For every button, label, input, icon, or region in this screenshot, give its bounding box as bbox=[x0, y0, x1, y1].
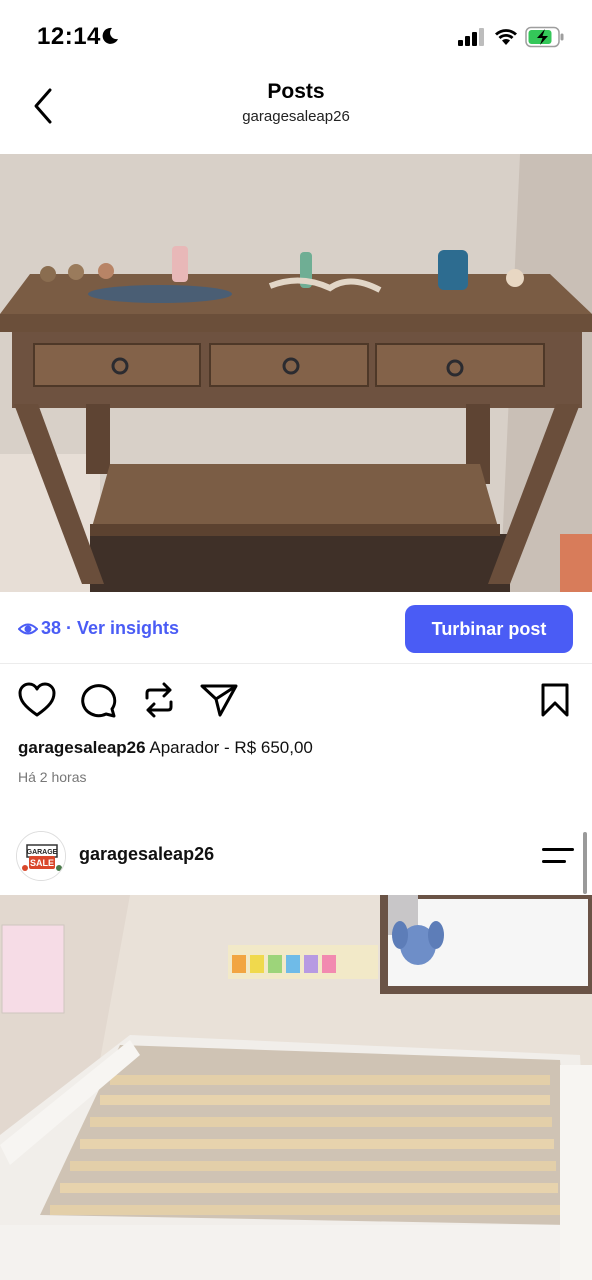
heart-icon[interactable] bbox=[18, 682, 56, 718]
post2-header: GARAGE SALE garagesaleap26 bbox=[0, 820, 592, 894]
repost-icon[interactable] bbox=[140, 682, 178, 718]
battery-charging-icon bbox=[525, 26, 564, 48]
avatar[interactable]: GARAGE SALE bbox=[16, 831, 66, 881]
status-time: 12:14 bbox=[37, 23, 101, 50]
share-send-icon[interactable] bbox=[200, 682, 238, 718]
post-image-bed-frame[interactable] bbox=[0, 895, 592, 1280]
cellular-signal-icon bbox=[458, 28, 484, 46]
caption-text: Aparador - R$ 650,00 bbox=[149, 738, 313, 757]
status-bar: 12:14 bbox=[0, 0, 592, 70]
wifi-icon bbox=[495, 29, 517, 45]
view-insights-link[interactable]: 38 · Ver insights bbox=[41, 618, 179, 639]
caption-username[interactable]: garagesaleap26 bbox=[18, 738, 146, 757]
post-timestamp: Há 2 horas bbox=[18, 769, 87, 785]
avatar-text-sale: SALE bbox=[30, 858, 54, 868]
post-caption: garagesaleap26 Aparador - R$ 650,00 bbox=[18, 738, 313, 758]
bed-frame-photo bbox=[0, 895, 592, 1280]
post-actions bbox=[0, 680, 592, 730]
moon-icon bbox=[102, 27, 118, 44]
page-subtitle-username[interactable]: garagesaleap26 bbox=[0, 108, 592, 125]
console-table-photo bbox=[0, 154, 592, 592]
insights-row: 38 · Ver insights Turbinar post bbox=[0, 592, 592, 664]
garage-sale-logo-icon: GARAGE SALE bbox=[17, 832, 65, 880]
scroll-indicator bbox=[583, 832, 587, 894]
eye-icon bbox=[18, 623, 38, 635]
options-menu-icon[interactable] bbox=[542, 846, 574, 866]
boost-post-button[interactable]: Turbinar post bbox=[405, 605, 573, 653]
bookmark-icon[interactable] bbox=[540, 682, 570, 718]
post2-username[interactable]: garagesaleap26 bbox=[79, 844, 214, 865]
avatar-text-garage: GARAGE bbox=[27, 849, 58, 856]
comment-icon[interactable] bbox=[79, 682, 117, 718]
posts-header: Posts garagesaleap26 bbox=[0, 70, 592, 154]
post-image-console-table[interactable] bbox=[0, 154, 592, 592]
page-title: Posts bbox=[267, 80, 325, 103]
